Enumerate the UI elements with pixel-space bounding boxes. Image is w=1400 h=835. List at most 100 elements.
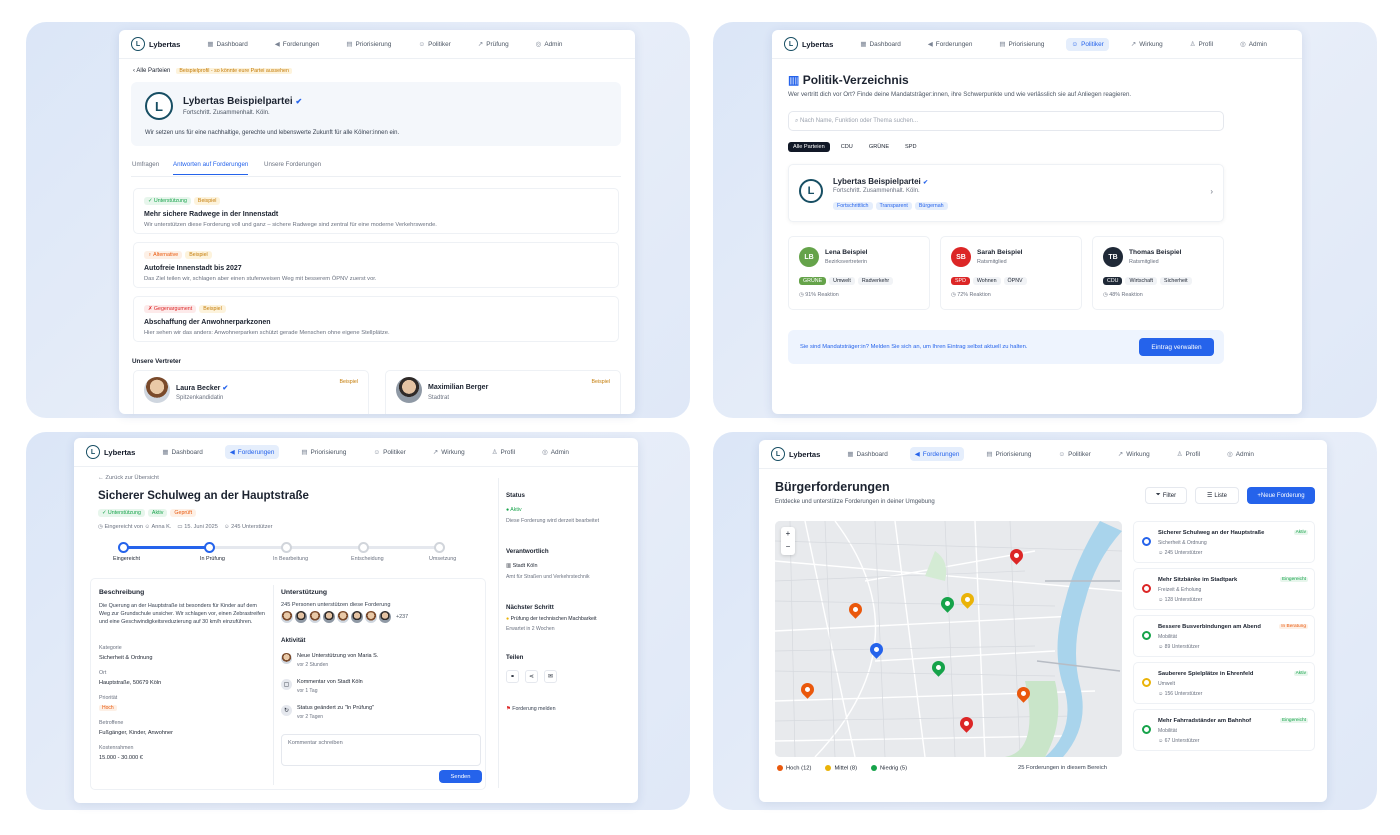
party-filters: Alle Parteien CDU GRÜNE SPD bbox=[788, 142, 922, 152]
answer-card[interactable]: ✓ Unterstützung Beispiel Mehr sichere Rad… bbox=[133, 188, 619, 234]
status-badge: ● Aktiv bbox=[506, 507, 522, 513]
grid-icon: ▦ bbox=[847, 451, 854, 458]
nav-profil[interactable]: ♙ Profil bbox=[487, 445, 520, 459]
grid-icon: ▦ bbox=[207, 41, 214, 48]
politician-card[interactable]: LB Lena Beispiel Bezirksvertreterin GRÜN… bbox=[788, 236, 930, 310]
nav-admin[interactable]: ◎ Admin bbox=[537, 445, 574, 459]
nav-priorisierung[interactable]: ▤ Priorisierung bbox=[341, 37, 396, 51]
report-link[interactable]: ⚑ Forderung melden bbox=[506, 706, 556, 712]
logo[interactable]: L Lybertas bbox=[131, 37, 180, 51]
back-link[interactable]: ‹ Alle Parteien bbox=[133, 68, 170, 74]
nav-admin[interactable]: ◎ Admin bbox=[1235, 37, 1272, 51]
user-icon: ♙ bbox=[1176, 451, 1183, 458]
answer-card[interactable]: ✗ Gegenargument Beispiel Abschaffung der … bbox=[133, 296, 619, 342]
rep-card[interactable]: Maximilian Berger Stadtrat Beispiel bbox=[385, 370, 621, 414]
nav-wirkung[interactable]: ↗ Wirkung bbox=[428, 445, 470, 459]
betroffene-value: Fußgänger, Kinder, Anwohner bbox=[99, 730, 174, 736]
tab-unsere-forderungen[interactable]: Unsere Forderungen bbox=[264, 161, 321, 168]
nav-forderungen[interactable]: ◀ Forderungen bbox=[270, 37, 325, 51]
logo[interactable]: L Lybertas bbox=[784, 37, 833, 51]
zoom-in-button[interactable]: + bbox=[781, 527, 795, 540]
status-text: Diese Forderung wird derzeit bearbeitet bbox=[506, 518, 600, 524]
request-item[interactable]: Sicherer Schulweg an der Hauptstraße Sic… bbox=[1133, 521, 1315, 563]
nav-wirkung[interactable]: ↗ Wirkung bbox=[1113, 447, 1155, 461]
example-badge: Beispiel bbox=[185, 251, 212, 259]
nav-dashboard[interactable]: ▦ Dashboard bbox=[157, 445, 207, 459]
politician-role: Ratsmitglied bbox=[977, 259, 1007, 265]
mail-icon[interactable]: ✉ bbox=[544, 670, 557, 683]
map-legend: Hoch (12) Mittel (8) Niedrig (5) bbox=[777, 765, 907, 772]
request-item[interactable]: Bessere Busverbindungen am Abend Mobilit… bbox=[1133, 615, 1315, 657]
request-item[interactable]: Mehr Sitzbänke im Stadtpark Freizeit & E… bbox=[1133, 568, 1315, 610]
list-button[interactable]: ☰ Liste bbox=[1195, 487, 1239, 504]
filter-button[interactable]: ⏷ Filter bbox=[1145, 487, 1187, 504]
link-icon[interactable]: ⚭ bbox=[506, 670, 519, 683]
nav-forderungen[interactable]: ◀ Forderungen bbox=[923, 37, 978, 51]
logo[interactable]: L Lybertas bbox=[771, 447, 820, 461]
nav-priorisierung[interactable]: ▤ Priorisierung bbox=[296, 445, 351, 459]
filter-alle[interactable]: Alle Parteien bbox=[788, 142, 830, 152]
megaphone-icon: ◀ bbox=[927, 41, 933, 48]
status-dot bbox=[1142, 725, 1151, 734]
share-icon[interactable]: ⋖ bbox=[525, 670, 538, 683]
nav-politiker[interactable]: ☺ Politiker bbox=[1053, 448, 1095, 461]
request-title: Sicherer Schulweg an der Hauptstraße bbox=[98, 490, 309, 502]
party-card[interactable]: L Lybertas Beispielpartei ✔ Fortschritt.… bbox=[788, 164, 1224, 222]
back-link[interactable]: ← Zurück zur Übersicht bbox=[98, 475, 159, 481]
politician-tags: CDU Wirtschaft Sicherheit bbox=[1103, 277, 1195, 285]
nav-dashboard[interactable]: ▦ Dashboard bbox=[855, 37, 905, 51]
send-button[interactable]: Senden bbox=[439, 770, 482, 783]
new-request-button[interactable]: + Neue Forderung bbox=[1247, 487, 1315, 504]
status-badge: Eingereicht bbox=[1280, 718, 1308, 723]
nav-admin[interactable]: ◎ Admin bbox=[1222, 447, 1259, 461]
kosten-label: Kostenrahmen bbox=[99, 745, 134, 751]
nav-profil[interactable]: ♙ Profil bbox=[1172, 447, 1205, 461]
more-count: +237 bbox=[396, 614, 409, 620]
zoom-out-button[interactable]: − bbox=[781, 540, 795, 553]
dot-icon: ● bbox=[506, 616, 510, 622]
nav-dashboard[interactable]: ▦ Dashboard bbox=[202, 37, 252, 51]
nav-politiker[interactable]: ☺ Politiker bbox=[1066, 37, 1109, 51]
meta-row: ◷ Eingereicht von ☺ Anna K. ▭ 15. Juni 2… bbox=[98, 524, 272, 530]
tab-umfragen[interactable]: Umfragen bbox=[132, 161, 159, 168]
search-input[interactable]: ⌕ Nach Name, Funktion oder Thema suchen.… bbox=[788, 111, 1224, 131]
filter-gruene[interactable]: GRÜNE bbox=[864, 142, 894, 152]
nav-profil[interactable]: ♙ Profil bbox=[1185, 37, 1218, 51]
map-area[interactable]: + − bbox=[775, 521, 1122, 757]
filter-cdu[interactable]: CDU bbox=[836, 142, 858, 152]
rep-card[interactable]: Laura Becker ✔ Spitzenkandidatin Beispie… bbox=[133, 370, 369, 414]
politician-role: Ratsmitglied bbox=[1129, 259, 1159, 265]
step-label: Entscheidung bbox=[351, 556, 384, 562]
answer-card[interactable]: ♀ Alternative Beispiel Autofreie Innensta… bbox=[133, 242, 619, 288]
filter-spd[interactable]: SPD bbox=[900, 142, 922, 152]
nav-forderungen[interactable]: ◀ Forderungen bbox=[224, 445, 280, 459]
avatar: LB bbox=[799, 247, 819, 267]
comment-input[interactable]: Kommentar schreiben bbox=[281, 734, 481, 766]
shield-icon: ◎ bbox=[1227, 451, 1233, 458]
party-description: Wir setzen uns für eine nachhaltige, ger… bbox=[145, 130, 400, 136]
politician-card[interactable]: TB Thomas Beispiel Ratsmitglied CDU Wirts… bbox=[1092, 236, 1224, 310]
priority-icon: ▤ bbox=[346, 41, 353, 48]
request-item[interactable]: Sauberere Spielplätze in Ehrenfeld Umwel… bbox=[1133, 662, 1315, 704]
example-banner: Beispielprofil - so könnte eure Partei a… bbox=[176, 68, 292, 74]
politician-card[interactable]: SB Sarah Beispiel Ratsmitglied SPD Wohnen… bbox=[940, 236, 1082, 310]
party-window: L Lybertas ▦ Dashboard ◀ Forderungen ▤ Prior… bbox=[119, 30, 635, 414]
request-item[interactable]: Mehr Fahrradständer am Bahnhof Mobilität… bbox=[1133, 709, 1315, 751]
logo[interactable]: L Lybertas bbox=[86, 445, 135, 459]
tab-antworten[interactable]: Antworten auf Forderungen bbox=[173, 161, 249, 175]
nav-admin[interactable]: ◎ Admin bbox=[531, 37, 568, 51]
step-dot bbox=[204, 542, 215, 553]
nav-pruefung[interactable]: ↗ Prüfung bbox=[473, 37, 514, 51]
nav-priorisierung[interactable]: ▤ Priorisierung bbox=[981, 447, 1036, 461]
nav-dashboard[interactable]: ▦ Dashboard bbox=[842, 447, 892, 461]
nav-priorisierung[interactable]: ▤ Priorisierung bbox=[994, 37, 1049, 51]
nav-politiker[interactable]: ☺ Politiker bbox=[413, 38, 455, 51]
step-dot bbox=[358, 542, 369, 553]
nav-forderungen[interactable]: ◀ Forderungen bbox=[909, 447, 965, 461]
next-step-title: Nächster Schritt bbox=[506, 604, 554, 611]
nav-wirkung[interactable]: ↗ Wirkung bbox=[1126, 37, 1168, 51]
manage-entry-button[interactable]: Eintrag verwalten bbox=[1139, 338, 1214, 356]
activity-item: ▢ Kommentar von Stadt Köln vor 1 Tag bbox=[281, 679, 471, 703]
nav-politiker[interactable]: ☺ Politiker bbox=[368, 446, 410, 459]
total-count: 25 Forderungen in diesem Bereich bbox=[1018, 765, 1107, 771]
